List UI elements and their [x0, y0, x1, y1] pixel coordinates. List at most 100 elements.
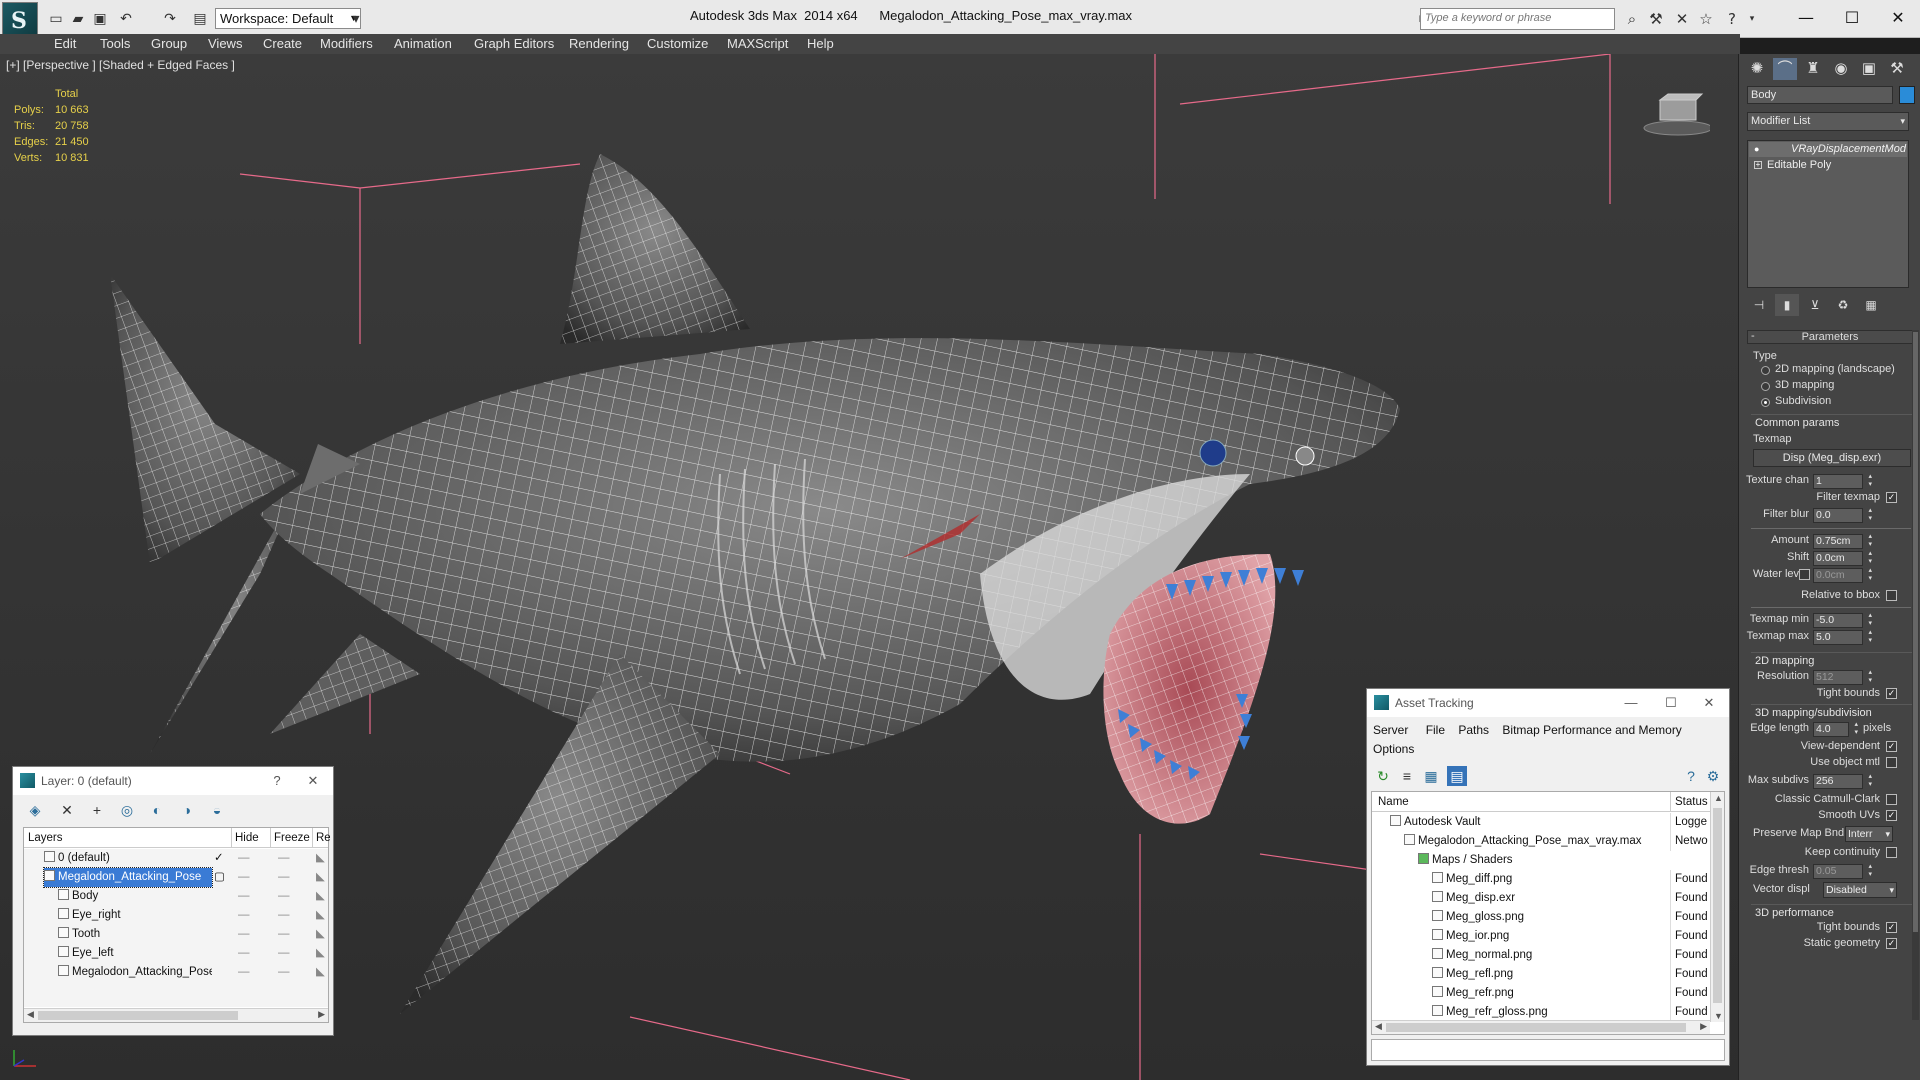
- layer-name[interactable]: 0 (default): [44, 849, 212, 868]
- parameters-rollout-header[interactable]: - Parameters: [1747, 330, 1913, 344]
- list-view-icon[interactable]: ≡: [1397, 766, 1417, 786]
- classic-catmull-checkbox[interactable]: [1886, 794, 1897, 805]
- save-icon[interactable]: ▣: [90, 9, 110, 29]
- menu-group[interactable]: Group: [151, 36, 187, 51]
- freeze-toggle-icon[interactable]: —: [278, 868, 290, 887]
- object-color-swatch[interactable]: [1899, 86, 1915, 104]
- edge-thresh-spinner[interactable]: 0.05: [1813, 863, 1872, 879]
- layer-row[interactable]: Tooth — — ◣: [24, 925, 328, 944]
- motion-tab-icon[interactable]: ◉: [1829, 58, 1853, 80]
- relative-bbox-checkbox[interactable]: [1886, 590, 1897, 601]
- radio-3d-mapping[interactable]: [1761, 382, 1770, 391]
- render-toggle-icon[interactable]: ◣: [316, 887, 325, 906]
- workspace-menu-icon[interactable]: ▾: [346, 9, 366, 29]
- freeze-toggle-icon[interactable]: —: [278, 944, 290, 963]
- freeze-toggle-icon[interactable]: —: [278, 887, 290, 906]
- water-level-checkbox[interactable]: [1799, 569, 1810, 580]
- layer-name[interactable]: Megalodon_Attacking_Pose: [58, 963, 212, 982]
- asset-row[interactable]: Autodesk Vault Logge: [1372, 813, 1710, 832]
- asset-row[interactable]: Maps / Shaders: [1372, 851, 1710, 870]
- menu-create[interactable]: Create: [263, 36, 302, 51]
- minimize-button[interactable]: —: [1786, 4, 1826, 32]
- texmap-button[interactable]: Disp (Meg_disp.exr): [1753, 449, 1911, 467]
- redo-icon[interactable]: ↷: [160, 9, 180, 29]
- menu-graph-editors[interactable]: Graph Editors: [474, 36, 554, 51]
- display-tab-icon[interactable]: ▣: [1857, 58, 1881, 80]
- freeze-toggle-icon[interactable]: —: [278, 849, 290, 868]
- modifier-list-dropdown[interactable]: Modifier List ▾: [1747, 112, 1909, 131]
- make-unique-icon[interactable]: ⊻: [1803, 294, 1827, 316]
- asset-menu-bitmap[interactable]: Bitmap Performance and Memory: [1502, 723, 1681, 737]
- menu-tools[interactable]: Tools: [100, 36, 130, 51]
- exchange-icon[interactable]: ✕: [1672, 9, 1692, 29]
- object-name-field[interactable]: Body: [1747, 86, 1893, 104]
- texture-chan-spinner[interactable]: 1: [1813, 473, 1872, 489]
- preserve-map-dropdown[interactable]: Interr: [1845, 826, 1893, 842]
- hierarchy-tab-icon[interactable]: ♜: [1801, 58, 1825, 80]
- utilities-tab-icon[interactable]: ⚒: [1885, 58, 1909, 80]
- hide-toggle-icon[interactable]: —: [238, 925, 250, 944]
- view-dependent-checkbox[interactable]: ✓: [1886, 741, 1897, 752]
- texmap-min-spinner[interactable]: -5.0: [1813, 612, 1872, 628]
- smooth-uvs-checkbox[interactable]: ✓: [1886, 810, 1897, 821]
- freeze-toggle-icon[interactable]: —: [278, 906, 290, 925]
- asset-row[interactable]: Meg_disp.exr Found: [1372, 889, 1710, 908]
- asset-row[interactable]: Megalodon_Attacking_Pose_max_vray.max Net…: [1372, 832, 1710, 851]
- expand-plus-icon[interactable]: +: [1754, 161, 1762, 169]
- asset-row[interactable]: Meg_gloss.png Found: [1372, 908, 1710, 927]
- asset-list-vscrollbar[interactable]: ▲ ▼: [1710, 792, 1724, 1022]
- configure-sets-icon[interactable]: ▦: [1859, 294, 1883, 316]
- menu-animation[interactable]: Animation: [394, 36, 452, 51]
- render-toggle-icon[interactable]: ◣: [316, 925, 325, 944]
- undo-icon[interactable]: ↶: [116, 9, 136, 29]
- layer-row[interactable]: Eye_right — — ◣: [24, 906, 328, 925]
- menu-rendering[interactable]: Rendering: [569, 36, 629, 51]
- new-file-icon[interactable]: ▭: [46, 9, 66, 29]
- menu-edit[interactable]: Edit: [54, 36, 76, 51]
- favorites-star-icon[interactable]: ☆: [1696, 9, 1716, 29]
- radio-2d-mapping[interactable]: [1761, 366, 1770, 375]
- asset-list-hscrollbar[interactable]: ◀ ▶: [1372, 1020, 1710, 1034]
- scroll-down-icon[interactable]: ▼: [1714, 1011, 1723, 1021]
- render-toggle-icon[interactable]: ◣: [316, 849, 325, 868]
- use-object-mtl-checkbox[interactable]: [1886, 757, 1897, 768]
- help-icon[interactable]: ?: [1722, 9, 1742, 29]
- water-level-spinner[interactable]: 0.0cm: [1813, 567, 1872, 583]
- layer-list-hscrollbar[interactable]: ◀ ▶: [24, 1008, 328, 1022]
- modify-tab-icon[interactable]: ⌒: [1773, 58, 1797, 80]
- layer-row[interactable]: Body — — ◣: [24, 887, 328, 906]
- refresh-icon[interactable]: ↻: [1373, 766, 1393, 786]
- binoculars-icon[interactable]: ⌕: [1622, 9, 1642, 29]
- column-status[interactable]: Status: [1670, 792, 1712, 812]
- help-button[interactable]: ?: [265, 771, 289, 791]
- shift-spinner[interactable]: 0.0cm: [1813, 550, 1872, 566]
- layer-name[interactable]: Body: [58, 887, 212, 906]
- freeze-toggle-icon[interactable]: —: [278, 925, 290, 944]
- help-icon[interactable]: ?: [1681, 766, 1701, 786]
- layer-row[interactable]: Megalodon_Attacking_Pose — — ◣: [24, 963, 328, 982]
- menu-help[interactable]: Help: [807, 36, 834, 51]
- panel-scrollbar[interactable]: [1912, 330, 1919, 1020]
- tight-bounds-2-checkbox[interactable]: ✓: [1886, 922, 1897, 933]
- amount-spinner[interactable]: 0.75cm: [1813, 533, 1872, 549]
- static-geometry-checkbox[interactable]: ✓: [1886, 938, 1897, 949]
- workspace-dropdown[interactable]: Workspace: Default ▼: [215, 8, 361, 29]
- tight-bounds-checkbox[interactable]: ✓: [1886, 688, 1897, 699]
- asset-row[interactable]: Meg_refl.png Found: [1372, 965, 1710, 984]
- viewport-label[interactable]: [+] [Perspective ] [Shaded + Edged Faces…: [6, 58, 235, 72]
- hide-toggle-icon[interactable]: —: [238, 868, 250, 887]
- create-tab-icon[interactable]: ✺: [1745, 58, 1769, 80]
- freeze-all-icon[interactable]: ◒: [207, 800, 227, 820]
- app-menu-button[interactable]: S: [2, 2, 38, 38]
- asset-menu-paths[interactable]: Paths: [1458, 723, 1489, 737]
- asset-row[interactable]: Meg_refr.png Found: [1372, 984, 1710, 1003]
- maximize-button[interactable]: ☐: [1832, 4, 1872, 32]
- freeze-toggle-icon[interactable]: —: [278, 963, 290, 982]
- render-toggle-icon[interactable]: ◣: [316, 906, 325, 925]
- radio-subdivision[interactable]: [1761, 398, 1770, 407]
- layer-name[interactable]: Tooth: [58, 925, 212, 944]
- column-freeze[interactable]: Freeze: [270, 828, 310, 848]
- help-search-input[interactable]: Type a keyword or phrase: [1420, 8, 1615, 30]
- asset-row[interactable]: Meg_diff.png Found: [1372, 870, 1710, 889]
- scroll-right-icon[interactable]: ▶: [318, 1009, 325, 1020]
